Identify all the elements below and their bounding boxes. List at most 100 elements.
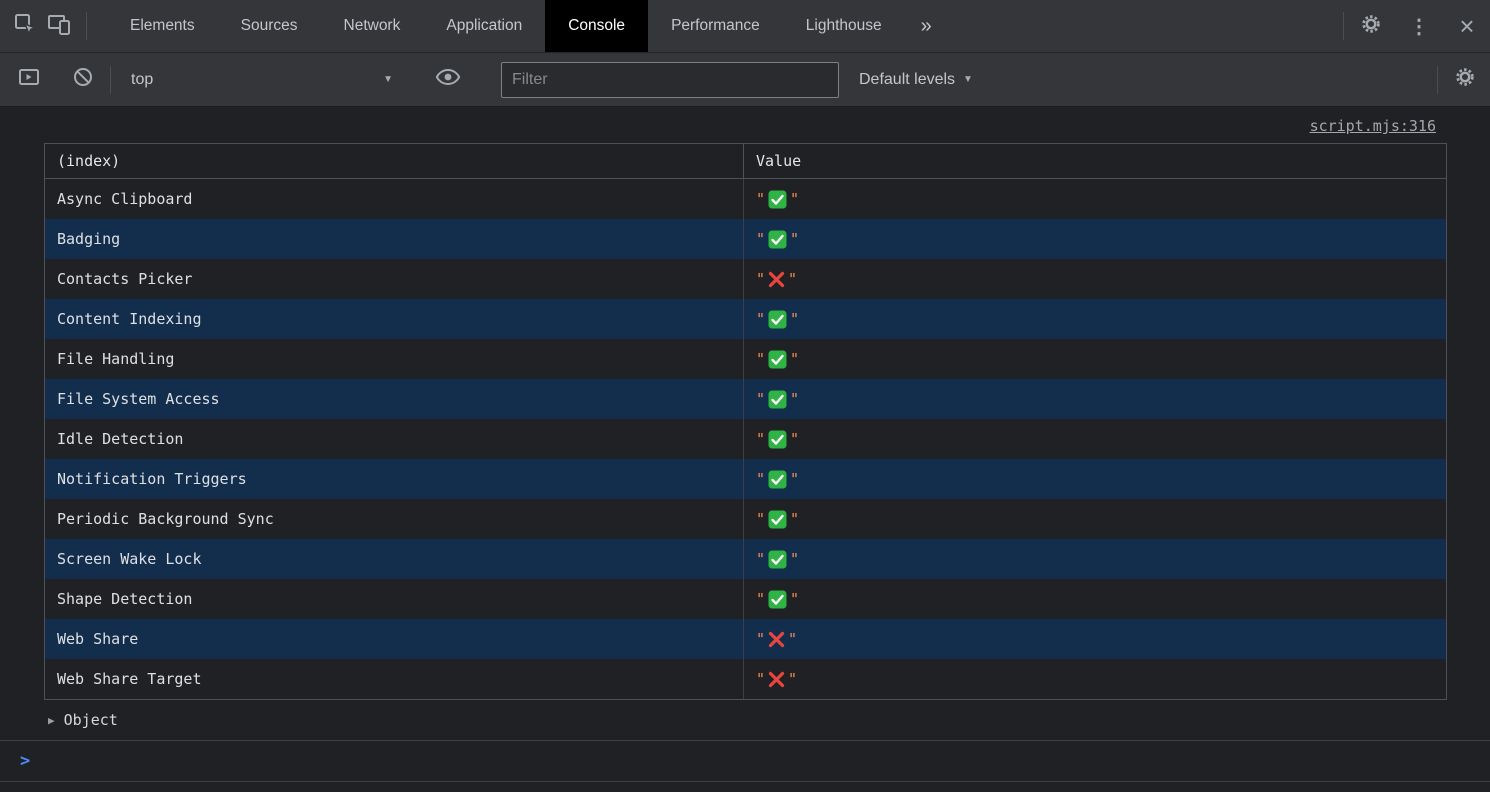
tab-sources[interactable]: Sources (218, 0, 321, 52)
table-row: Web Share Target"" (45, 659, 1446, 699)
table-header-value: Value (744, 144, 1446, 178)
check-icon (768, 190, 787, 209)
quote-char: " (756, 350, 765, 368)
settings-button[interactable] (1354, 9, 1388, 43)
table-row: Web Share"" (45, 619, 1446, 659)
tab-lighthouse[interactable]: Lighthouse (783, 0, 905, 52)
object-expander[interactable]: ▶ Object (0, 700, 1490, 740)
table-row: File System Access"" (45, 379, 1446, 419)
tab-performance[interactable]: Performance (648, 0, 783, 52)
table-row: Content Indexing"" (45, 299, 1446, 339)
toolbar-divider (110, 66, 111, 94)
table-header-index: (index) (45, 144, 744, 178)
devtools-window: ElementsSourcesNetworkApplicationConsole… (0, 0, 1490, 792)
row-value-cell: "" (744, 619, 1446, 659)
console-prompt-row: > (0, 741, 1490, 782)
row-index-cell: Periodic Background Sync (45, 499, 744, 539)
row-value-cell: "" (744, 179, 1446, 219)
javascript-context-selector[interactable]: top ▼ (125, 71, 403, 89)
quote-char: " (756, 430, 765, 448)
check-icon (768, 510, 787, 529)
quote-char: " (790, 230, 799, 248)
close-devtools-button[interactable]: × (1450, 9, 1484, 43)
console-table: (index) Value Async Clipboard""Badging""… (44, 143, 1447, 700)
check-icon (768, 310, 787, 329)
context-label: top (131, 71, 153, 89)
table-row: Badging"" (45, 219, 1446, 259)
tab-application[interactable]: Application (423, 0, 545, 52)
console-sidebar-icon (18, 67, 40, 92)
more-panels-button[interactable]: » (905, 15, 948, 38)
quote-char: " (756, 670, 765, 688)
row-value-cell: "" (744, 659, 1446, 699)
inspect-cursor-icon (14, 13, 36, 40)
row-index-cell: Shape Detection (45, 579, 744, 619)
kebab-menu-icon: ⋮ (1409, 14, 1429, 39)
console-sidebar-toggle-button[interactable] (12, 63, 46, 97)
object-label: Object (64, 711, 118, 729)
quote-char: " (790, 190, 799, 208)
row-index-cell: Web Share Target (45, 659, 744, 699)
row-value-cell: "" (744, 499, 1446, 539)
quote-char: " (788, 630, 797, 648)
quote-char: " (756, 590, 765, 608)
inspect-element-button[interactable] (8, 9, 42, 43)
table-header-row: (index) Value (45, 144, 1446, 179)
message-source-row: script.mjs:316 (0, 107, 1490, 139)
tab-console[interactable]: Console (545, 0, 648, 52)
quote-char: " (788, 270, 797, 288)
main-toolbar: ElementsSourcesNetworkApplicationConsole… (0, 0, 1490, 53)
create-live-expression-button[interactable] (431, 63, 465, 97)
quote-char: " (756, 510, 765, 528)
check-icon (768, 230, 787, 249)
table-body: Async Clipboard""Badging""Contacts Picke… (45, 179, 1446, 699)
quote-char: " (790, 590, 799, 608)
row-value-cell: "" (744, 579, 1446, 619)
block-icon (72, 66, 94, 93)
row-value-cell: "" (744, 299, 1446, 339)
panel-tabs: ElementsSourcesNetworkApplicationConsole… (107, 0, 905, 52)
console-prompt-icon: > (20, 751, 30, 771)
chevron-down-icon: ▼ (383, 74, 393, 85)
quote-char: " (790, 350, 799, 368)
console-toolbar: top ▼ Default levels ▼ (0, 53, 1490, 107)
console-settings-button[interactable] (1448, 63, 1482, 97)
quote-char: " (790, 310, 799, 328)
tab-elements[interactable]: Elements (107, 0, 218, 52)
source-link[interactable]: script.mjs:316 (1310, 117, 1436, 135)
table-row: Contacts Picker"" (45, 259, 1446, 299)
row-value-cell: "" (744, 459, 1446, 499)
check-icon (768, 430, 787, 449)
toolbar-divider (1437, 66, 1438, 94)
table-row: File Handling"" (45, 339, 1446, 379)
row-value-cell: "" (744, 219, 1446, 259)
log-levels-dropdown[interactable]: Default levels ▼ (853, 71, 979, 89)
table-row: Screen Wake Lock"" (45, 539, 1446, 579)
table-row: Notification Triggers"" (45, 459, 1446, 499)
quote-char: " (756, 190, 765, 208)
quote-char: " (790, 550, 799, 568)
gear-icon (1454, 66, 1476, 93)
row-index-cell: File Handling (45, 339, 744, 379)
toggle-device-toolbar-button[interactable] (42, 9, 76, 43)
quote-char: " (756, 550, 765, 568)
console-input[interactable] (30, 741, 1490, 781)
row-index-cell: Idle Detection (45, 419, 744, 459)
tab-network[interactable]: Network (321, 0, 424, 52)
expand-triangle-icon: ▶ (48, 714, 55, 727)
quote-char: " (790, 430, 799, 448)
table-row: Async Clipboard"" (45, 179, 1446, 219)
toolbar-divider (1343, 12, 1344, 40)
check-icon (768, 350, 787, 369)
check-icon (768, 470, 787, 489)
row-value-cell: "" (744, 539, 1446, 579)
devtools-menu-button[interactable]: ⋮ (1402, 9, 1436, 43)
row-value-cell: "" (744, 339, 1446, 379)
row-index-cell: Content Indexing (45, 299, 744, 339)
clear-console-button[interactable] (66, 63, 100, 97)
row-index-cell: Badging (45, 219, 744, 259)
cross-icon (768, 671, 785, 688)
gear-icon (1360, 13, 1382, 40)
row-index-cell: Web Share (45, 619, 744, 659)
filter-input[interactable] (501, 62, 839, 98)
